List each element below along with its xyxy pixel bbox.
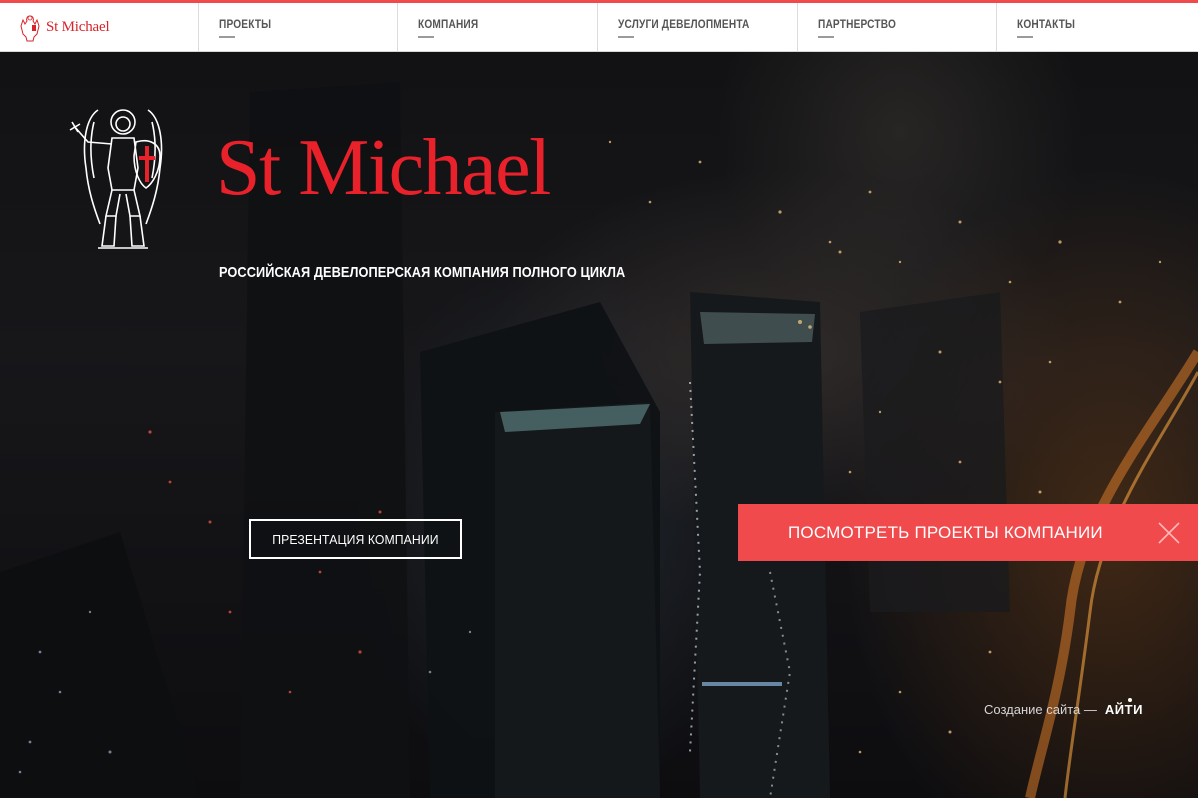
nav-label: ПАРТНЕРСТВО xyxy=(817,19,896,31)
nav-item-contacts[interactable]: КОНТАКТЫ xyxy=(997,3,1198,51)
header-brand-label: St Michael xyxy=(46,18,110,35)
nav-label: УСЛУГИ ДЕВЕЛОПМЕНТА xyxy=(618,19,750,31)
credit-agency-link[interactable]: АЙТИ xyxy=(1105,698,1143,717)
company-presentation-label: ПРЕЗЕНТАЦИЯ КОМПАНИИ xyxy=(272,531,439,547)
company-presentation-button[interactable]: ПРЕЗЕНТАЦИЯ КОМПАНИИ xyxy=(249,519,462,559)
nav-label: ПРОЕКТЫ xyxy=(218,19,271,31)
nav-label: КОНТАКТЫ xyxy=(1017,19,1076,31)
nav-underline xyxy=(218,36,235,38)
top-navigation: St Michael ПРОЕКТЫ КОМПАНИЯ УСЛУГИ ДЕВЕЛ… xyxy=(0,0,1198,52)
view-projects-label: ПОСМОТРЕТЬ ПРОЕКТЫ КОМПАНИИ xyxy=(788,522,1103,542)
angel-logo-icon xyxy=(69,109,163,249)
angel-logo-icon xyxy=(20,15,40,42)
nav-item-company[interactable]: КОМПАНИЯ xyxy=(398,3,599,51)
hero-brand-title: St Michael xyxy=(216,124,551,212)
credit-text: Создание сайта — xyxy=(984,702,1097,717)
hero-background-video xyxy=(0,52,1198,798)
night-city-backdrop xyxy=(0,82,1198,798)
nav-item-partnership[interactable]: ПАРТНЕРСТВО xyxy=(798,3,998,51)
nav-label: КОМПАНИЯ xyxy=(418,19,479,31)
header-logo-link[interactable]: St Michael xyxy=(0,3,199,51)
hero-tagline: РОССИЙСКАЯ ДЕВЕЛОПЕРСКАЯ КОМПАНИЯ ПОЛНОГ… xyxy=(219,264,626,281)
nav-underline xyxy=(618,36,635,38)
site-credit: Создание сайта — АЙТИ xyxy=(984,698,1143,717)
view-projects-banner[interactable]: ПОСМОТРЕТЬ ПРОЕКТЫ КОМПАНИИ xyxy=(738,504,1198,561)
nav-item-projects[interactable]: ПРОЕКТЫ xyxy=(199,3,399,51)
nav-underline xyxy=(817,36,834,38)
close-icon[interactable] xyxy=(1158,522,1180,544)
nav-underline xyxy=(418,36,435,38)
nav-underline xyxy=(1017,36,1034,38)
nav-item-development-services[interactable]: УСЛУГИ ДЕВЕЛОПМЕНТА xyxy=(598,3,798,51)
